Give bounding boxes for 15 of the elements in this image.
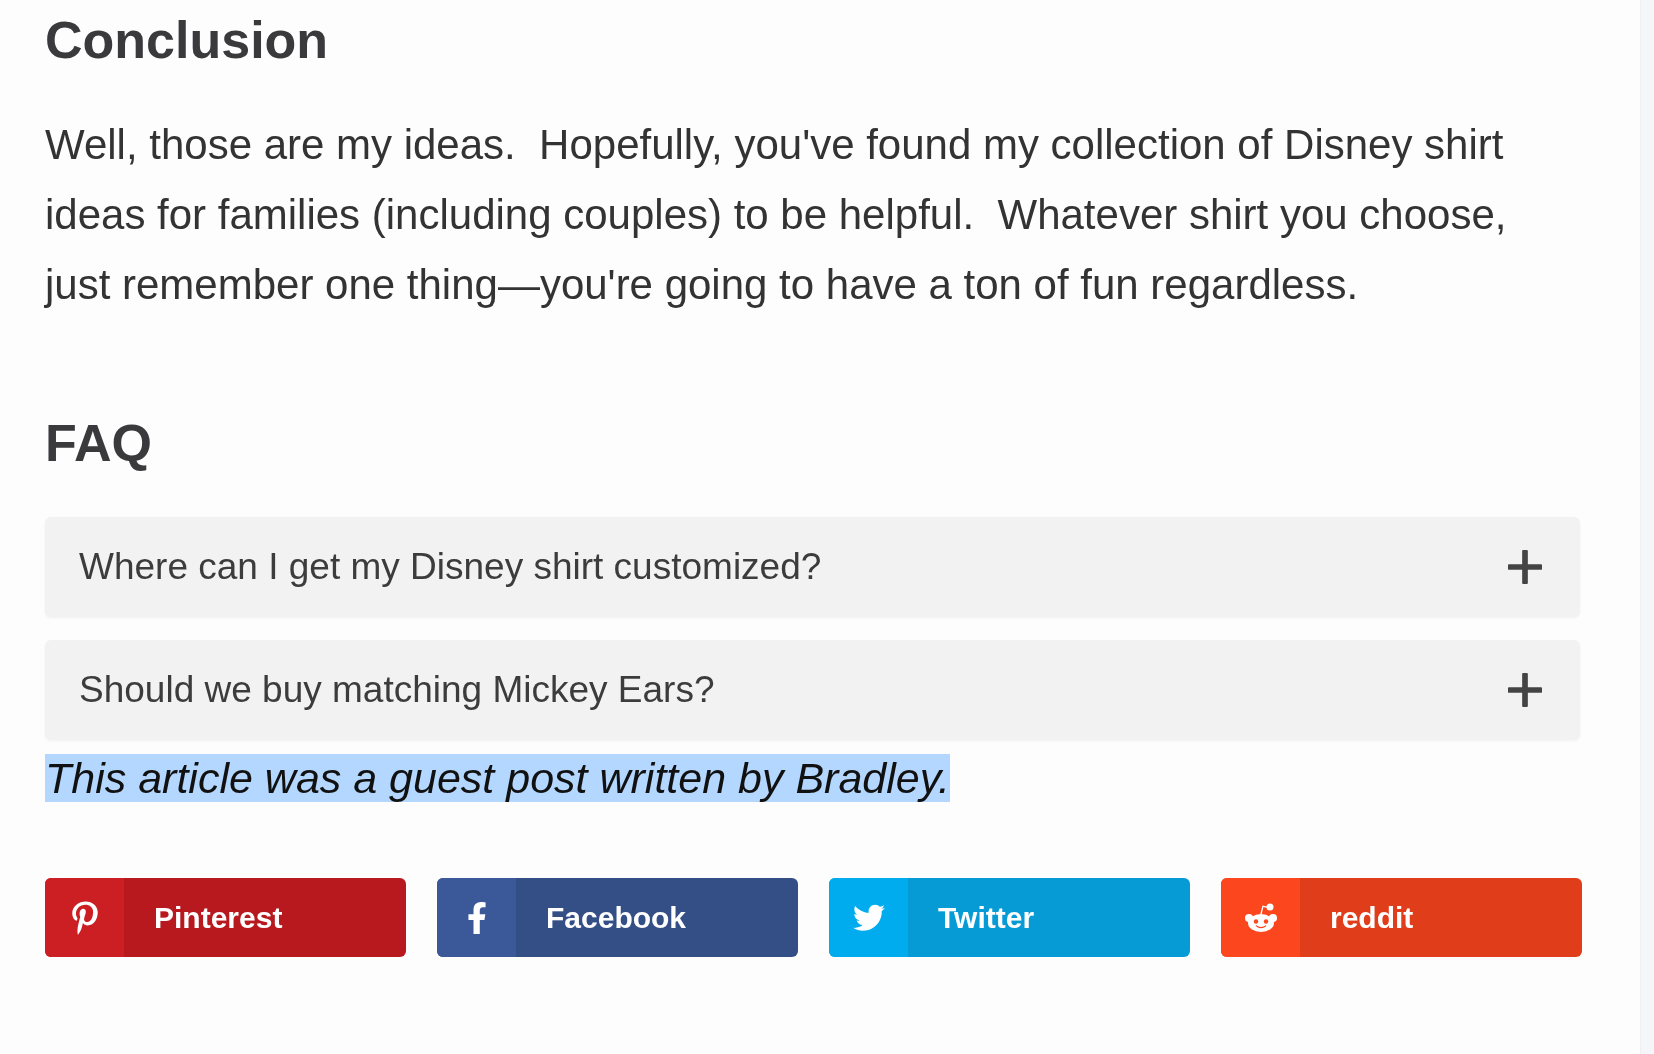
- section-heading: FAQ: [45, 414, 152, 472]
- alien-head-icon: [1221, 878, 1300, 957]
- guest-note: This article was a guest post written by Bradley.: [45, 754, 950, 802]
- share-button[interactable]: Pinterest: [45, 878, 406, 957]
- faq-question: Should we buy matching Mickey Ears?: [79, 669, 715, 711]
- f-logo-icon: [437, 878, 516, 957]
- faq-question: Where can I get my Disney shirt customized?: [79, 546, 822, 588]
- bird-icon: [829, 878, 908, 957]
- p-logo-icon: [45, 878, 124, 957]
- faq-item[interactable]: Should we buy matching Mickey Ears?: [45, 640, 1580, 740]
- share-button[interactable]: Facebook: [437, 878, 798, 957]
- paragraph: Well, those are my ideas. Hopefully, you've found my collection of Disney shirt ideas for families (including couples) to be helpful. Whatever shirt you choose, just remember one thing—you're going to have a ton of fun regardless.: [45, 120, 1508, 310]
- section-heading: Conclusion: [45, 11, 329, 69]
- faq-item[interactable]: Where can I get my Disney shirt customized?: [45, 517, 1580, 617]
- share-button[interactable]: reddit: [1221, 878, 1582, 957]
